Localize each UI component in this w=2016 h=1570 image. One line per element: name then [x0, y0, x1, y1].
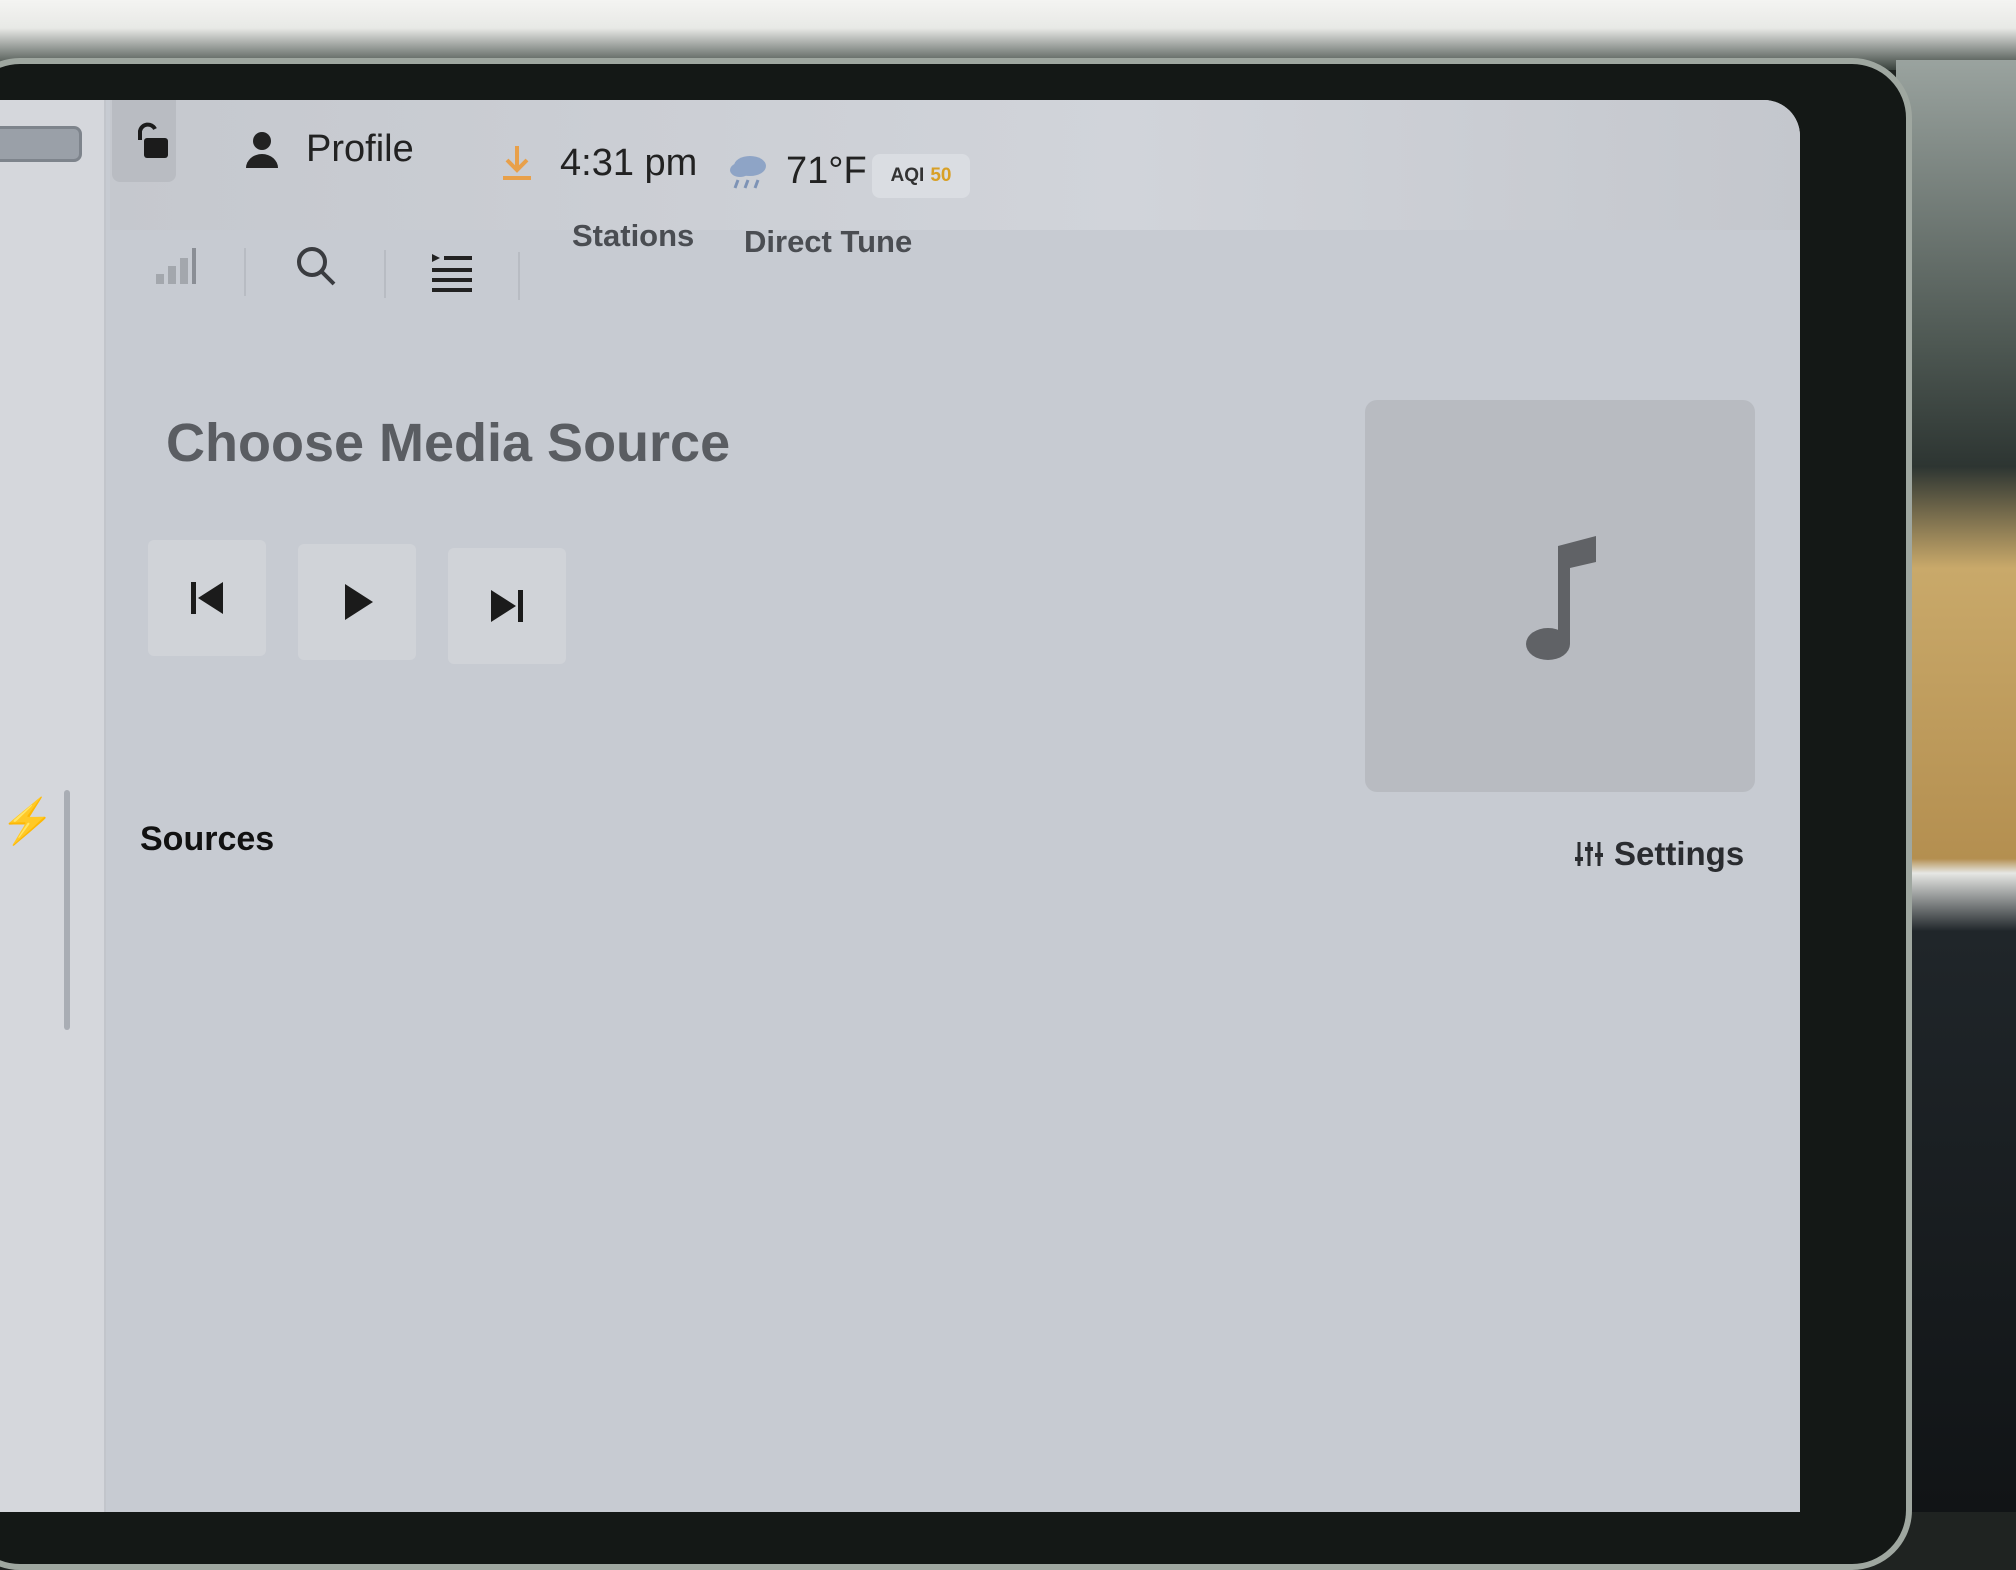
weather-rain-icon — [730, 155, 766, 189]
temperature-label: 71°F — [786, 150, 867, 192]
settings-button[interactable]: Settings — [1574, 835, 1744, 873]
scrollbar[interactable] — [64, 790, 70, 1030]
toolbar-divider — [244, 248, 246, 296]
touchscreen: ⚡ Profile 4:31 pm 71°F AQI 50 Stations D… — [0, 100, 1800, 1512]
queue-list-icon — [432, 254, 472, 292]
search-button[interactable] — [292, 242, 342, 292]
queue-button[interactable] — [428, 248, 478, 298]
settings-label: Settings — [1614, 835, 1745, 872]
sliders-icon — [1575, 842, 1603, 866]
time-label: 4:31 pm — [560, 142, 698, 184]
previous-track-icon — [191, 582, 223, 614]
weather[interactable]: 71°F — [728, 150, 867, 193]
profile-button[interactable]: Profile — [244, 128, 414, 171]
profile-label: Profile — [306, 128, 414, 170]
toolbar-divider — [518, 252, 520, 300]
tab-direct-tune[interactable]: Direct Tune — [744, 224, 912, 260]
search-icon — [297, 247, 336, 286]
album-art[interactable] — [1365, 400, 1755, 792]
next-track-icon — [491, 590, 523, 622]
previous-track-button[interactable] — [148, 540, 266, 656]
sources-heading: Sources — [140, 820, 275, 858]
left-panel: ⚡ — [0, 100, 106, 1512]
play-icon — [345, 584, 373, 620]
signal-button[interactable] — [152, 240, 204, 292]
clock: 4:31 pm — [560, 142, 697, 185]
lock-button[interactable] — [112, 100, 176, 182]
download-status[interactable] — [500, 142, 534, 184]
music-note-icon — [1526, 536, 1596, 660]
aqi-badge[interactable]: AQI 50 — [872, 154, 970, 198]
battery-icon — [0, 126, 82, 162]
aqi-value: 50 — [930, 165, 952, 186]
profile-icon — [246, 131, 278, 168]
toolbar-divider — [384, 250, 386, 298]
download-icon — [503, 146, 531, 180]
signal-bars-icon — [156, 248, 196, 284]
background-right — [1896, 60, 2016, 1512]
tab-stations[interactable]: Stations — [572, 218, 694, 254]
play-button[interactable] — [298, 544, 416, 660]
media-source-title: Choose Media Source — [166, 413, 731, 473]
next-track-button[interactable] — [448, 548, 566, 664]
charging-bolt-icon: ⚡ — [0, 797, 55, 846]
lock-open-icon — [138, 122, 168, 158]
aqi-label: AQI — [890, 165, 925, 186]
